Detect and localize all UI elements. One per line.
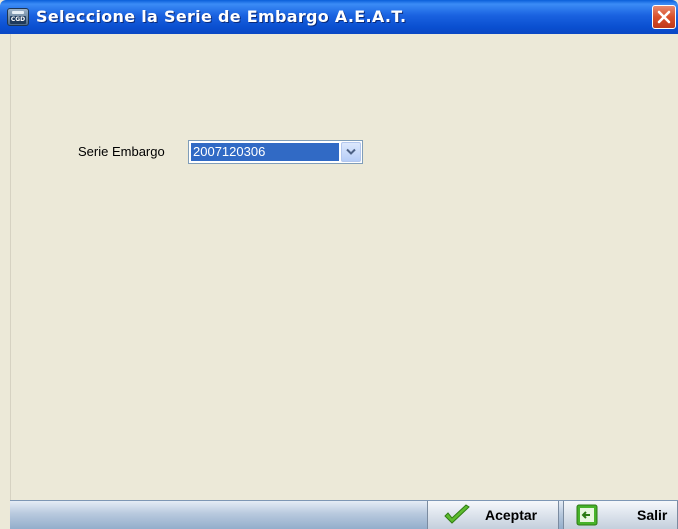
- serie-embargo-label: Serie Embargo: [78, 144, 165, 159]
- window-title: Seleccione la Serie de Embargo A.E.A.T.: [36, 7, 407, 26]
- app-icon-text: CGD: [10, 16, 26, 24]
- action-bar: Aceptar Salir: [10, 500, 678, 529]
- accept-button[interactable]: Aceptar: [427, 501, 559, 529]
- exit-button[interactable]: Salir: [563, 501, 678, 529]
- checkmark-icon: [444, 504, 470, 524]
- dialog-window: CGD Seleccione la Serie de Embargo A.E.A…: [0, 0, 678, 529]
- exit-label: Salir: [637, 507, 668, 523]
- app-icon-slot: [12, 11, 24, 14]
- close-icon: [657, 10, 671, 24]
- close-button[interactable]: [652, 5, 676, 29]
- dropdown-button[interactable]: [341, 142, 361, 162]
- exit-arrow-icon: [576, 504, 598, 526]
- serie-embargo-select[interactable]: 2007120306: [188, 140, 363, 164]
- accept-label: Aceptar: [485, 507, 538, 523]
- dialog-content: [10, 34, 678, 500]
- title-bar[interactable]: CGD Seleccione la Serie de Embargo A.E.A…: [0, 0, 678, 34]
- serie-embargo-value: 2007120306: [191, 143, 339, 161]
- chevron-down-icon: [346, 148, 356, 155]
- cgd-app-icon: CGD: [7, 8, 29, 26]
